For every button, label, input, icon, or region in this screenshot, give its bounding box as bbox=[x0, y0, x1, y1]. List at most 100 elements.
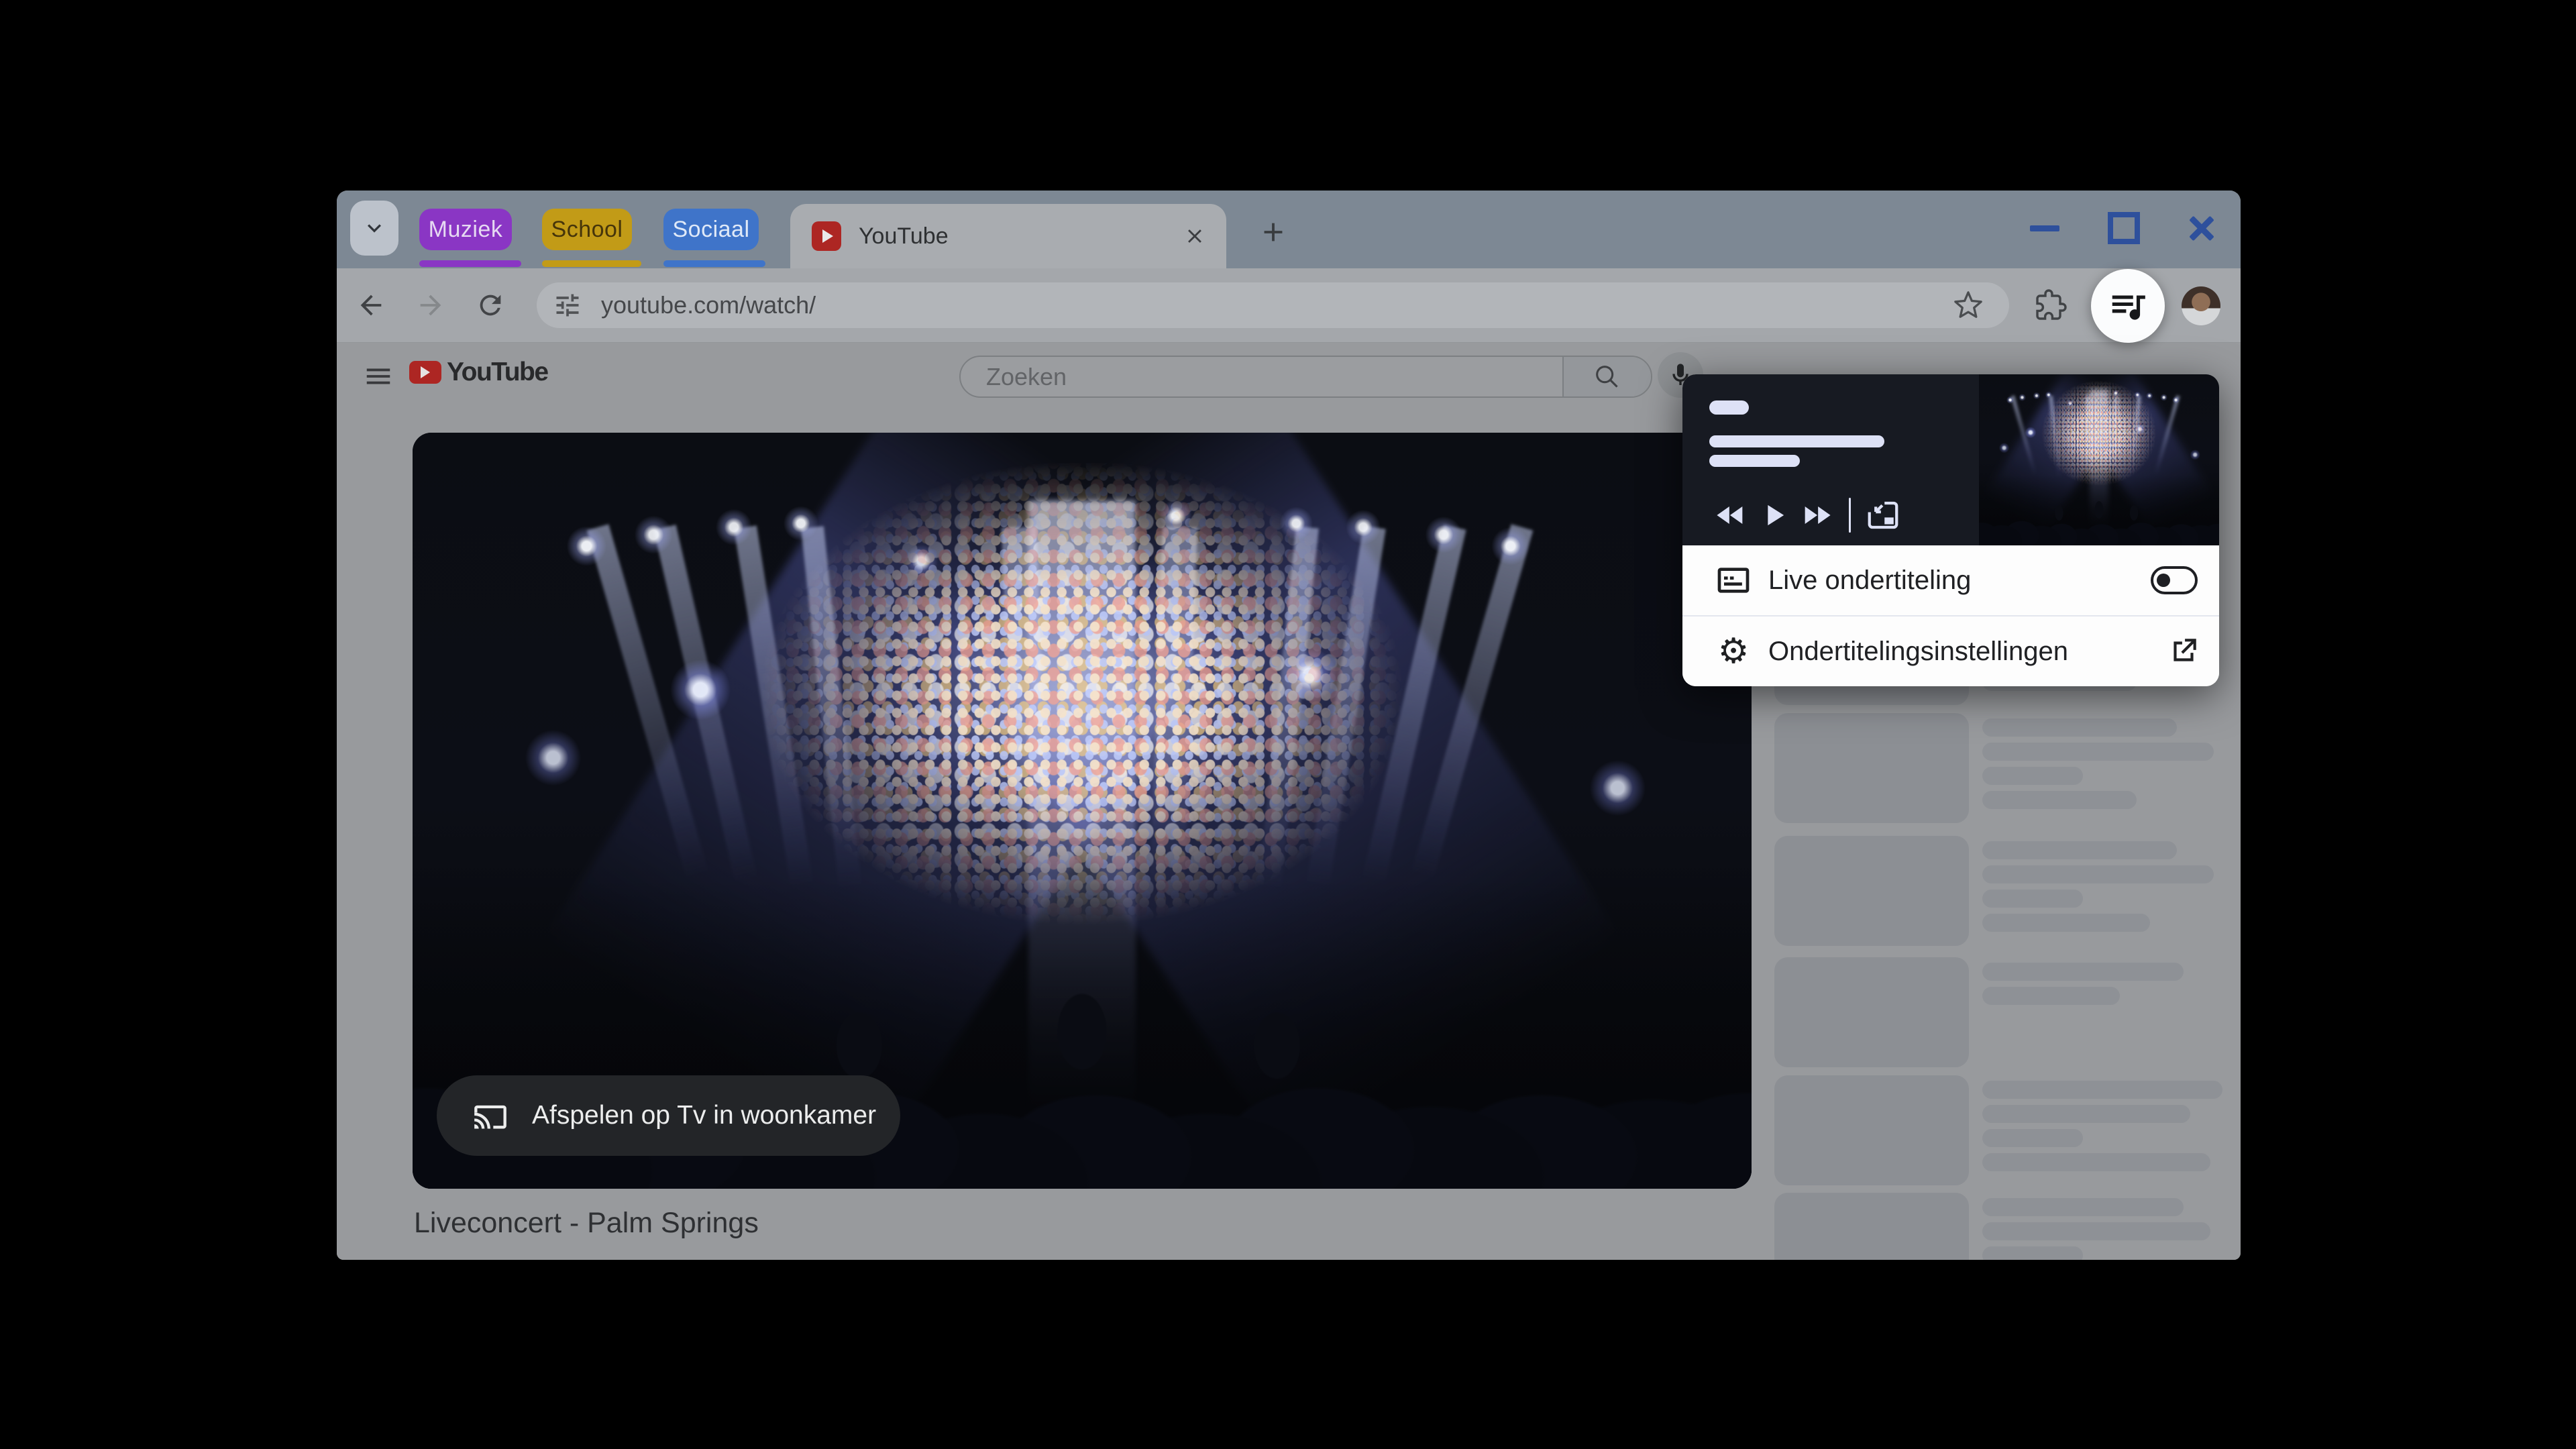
skeleton-thumbnail bbox=[1774, 1193, 1969, 1260]
media-controls-button[interactable] bbox=[2091, 269, 2165, 343]
extensions-button[interactable] bbox=[2033, 288, 2068, 323]
skeleton-line bbox=[1982, 963, 2184, 981]
fast-forward-icon bbox=[1805, 506, 1831, 524]
skeleton-line bbox=[1982, 1222, 2210, 1240]
skeleton-line bbox=[1982, 841, 2177, 859]
browser-window: Muziek School Sociaal YouTube youtube.co… bbox=[337, 191, 2241, 1260]
youtube-logo-text: YouTube bbox=[447, 358, 549, 386]
caption-settings-label: Ondertitelingsinstellingen bbox=[1768, 636, 2068, 666]
skeleton-line bbox=[1982, 718, 2177, 737]
live-caption-label: Live ondertiteling bbox=[1768, 565, 1972, 595]
skeleton-line bbox=[1982, 1246, 2083, 1260]
media-controls bbox=[1709, 496, 1904, 534]
tab-group-underline bbox=[419, 260, 521, 267]
youtube-logo-icon bbox=[409, 361, 441, 384]
forward-icon bbox=[420, 294, 441, 316]
tab-youtube[interactable]: YouTube bbox=[790, 204, 1226, 268]
skeleton-line bbox=[1982, 767, 2083, 785]
skeleton-line bbox=[1982, 1129, 2083, 1147]
gear-icon: ⚙ bbox=[1717, 632, 1750, 671]
reload-button[interactable] bbox=[473, 288, 508, 323]
media-artist-placeholder bbox=[1709, 455, 1800, 467]
skeleton-line bbox=[1982, 1153, 2210, 1171]
rewind-icon bbox=[1717, 506, 1743, 524]
picture-in-picture-icon bbox=[1868, 501, 1898, 529]
skeleton-line bbox=[1982, 914, 2150, 932]
skeleton-thumbnail bbox=[1774, 836, 1969, 946]
youtube-menu-button[interactable] bbox=[361, 359, 396, 394]
play-button[interactable] bbox=[1752, 496, 1795, 534]
close-icon bbox=[1188, 229, 1201, 243]
back-button[interactable] bbox=[354, 288, 388, 323]
skeleton-line bbox=[1982, 1081, 2222, 1099]
skeleton-line bbox=[1982, 1198, 2184, 1216]
media-session-card[interactable] bbox=[1682, 374, 2219, 545]
captions-icon bbox=[1717, 568, 1750, 593]
back-icon bbox=[360, 294, 382, 316]
picture-in-picture-button[interactable] bbox=[1862, 496, 1904, 534]
skeleton-line bbox=[1982, 1105, 2190, 1123]
cast-icon bbox=[474, 1105, 506, 1129]
controls-divider bbox=[1849, 498, 1851, 533]
search-button[interactable] bbox=[1562, 357, 1651, 396]
tab-group-school[interactable]: School bbox=[542, 209, 632, 250]
video-player[interactable]: Afspelen op Tv in woonkamer bbox=[413, 433, 1752, 1189]
search-input[interactable] bbox=[961, 362, 1562, 391]
next-track-button[interactable] bbox=[1795, 496, 1838, 534]
tab-group-sociaal[interactable]: Sociaal bbox=[663, 209, 759, 250]
live-caption-row[interactable]: Live ondertiteling bbox=[1682, 545, 2219, 615]
live-caption-toggle[interactable] bbox=[2151, 566, 2198, 594]
omnibox[interactable]: youtube.com/watch/ bbox=[537, 282, 2009, 328]
window-close-button[interactable] bbox=[2183, 209, 2220, 247]
window-maximize-button[interactable] bbox=[2105, 209, 2143, 247]
skeleton-line bbox=[1982, 987, 2120, 1005]
plus-icon bbox=[1264, 223, 1283, 241]
caption-settings-row[interactable]: ⚙ Ondertitelingsinstellingen bbox=[1682, 615, 2219, 686]
skeleton-thumbnail bbox=[1774, 957, 1969, 1067]
media-source-placeholder bbox=[1709, 400, 1749, 415]
tab-search-button[interactable] bbox=[350, 201, 398, 256]
tab-group-label: School bbox=[551, 216, 623, 242]
skeleton-line bbox=[1982, 791, 2137, 809]
bookmark-star-button[interactable] bbox=[1953, 290, 1984, 321]
puzzle-icon bbox=[2036, 289, 2067, 320]
media-controls-popup: Live ondertiteling ⚙ Ondertitelingsinste… bbox=[1682, 374, 2219, 686]
skeleton-thumbnail bbox=[1774, 713, 1969, 823]
new-tab-button[interactable] bbox=[1254, 213, 1292, 251]
open-caption-settings-button[interactable] bbox=[2167, 635, 2200, 668]
window-minimize-button[interactable] bbox=[2026, 209, 2063, 247]
youtube-favicon-icon bbox=[812, 221, 841, 251]
tab-group-label: Muziek bbox=[428, 216, 503, 242]
site-settings-icon[interactable] bbox=[553, 290, 582, 320]
tab-strip: Muziek School Sociaal YouTube bbox=[337, 191, 2241, 268]
screen: Muziek School Sociaal YouTube youtube.co… bbox=[0, 0, 2576, 1449]
tab-title: YouTube bbox=[859, 223, 949, 249]
star-icon bbox=[1954, 291, 1982, 318]
youtube-logo[interactable]: YouTube bbox=[409, 358, 549, 387]
video-title: Liveconcert - Palm Springs bbox=[414, 1207, 759, 1239]
previous-track-button[interactable] bbox=[1709, 496, 1752, 534]
media-title-placeholder bbox=[1709, 435, 1884, 447]
search-icon bbox=[1596, 365, 1618, 388]
skeleton-line bbox=[1982, 865, 2214, 883]
chevron-down-icon bbox=[368, 224, 381, 233]
queue-music-icon bbox=[2112, 295, 2145, 320]
tab-group-muziek[interactable]: Muziek bbox=[419, 209, 512, 250]
tab-group-underline bbox=[663, 260, 765, 267]
open-in-new-icon bbox=[2174, 639, 2196, 661]
skeleton-thumbnail bbox=[1774, 1075, 1969, 1185]
tab-group-underline bbox=[542, 260, 641, 267]
youtube-search-box[interactable] bbox=[959, 356, 1652, 398]
hamburger-icon bbox=[366, 368, 390, 384]
skeleton-line bbox=[1982, 743, 2214, 761]
profile-avatar[interactable] bbox=[2182, 286, 2220, 325]
skeleton-line bbox=[1982, 890, 2083, 908]
reload-icon bbox=[480, 294, 501, 316]
cast-overlay-button[interactable]: Afspelen op Tv in woonkamer bbox=[437, 1075, 900, 1156]
cast-overlay-label: Afspelen op Tv in woonkamer bbox=[532, 1101, 877, 1130]
url-text: youtube.com/watch/ bbox=[601, 291, 816, 319]
tab-close-button[interactable] bbox=[1182, 223, 1208, 249]
tab-group-label: Sociaal bbox=[672, 216, 750, 242]
forward-button[interactable] bbox=[413, 288, 448, 323]
media-thumbnail bbox=[1979, 374, 2219, 545]
